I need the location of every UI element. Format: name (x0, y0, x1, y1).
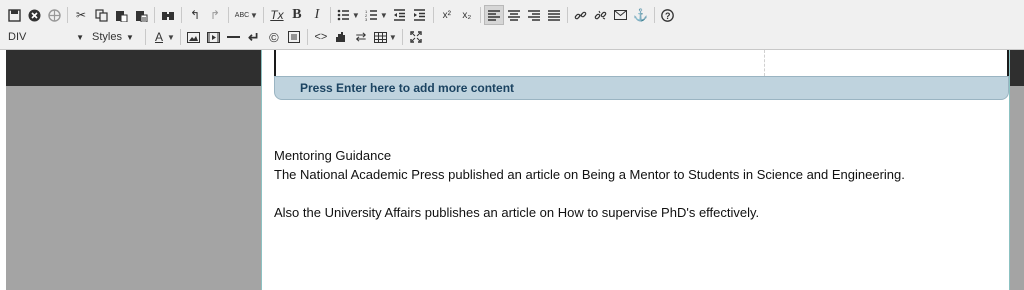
special-char-icon[interactable] (284, 27, 304, 47)
align-right-icon[interactable] (524, 5, 544, 25)
cancel-icon[interactable] (24, 5, 44, 25)
paste-icon[interactable] (111, 5, 131, 25)
chevron-down-icon[interactable]: ▼ (167, 33, 175, 42)
increase-indent-icon[interactable] (410, 5, 430, 25)
chevron-down-icon[interactable]: ▼ (380, 11, 388, 20)
maximize-icon[interactable] (406, 27, 426, 47)
copyright-icon[interactable]: © (264, 27, 284, 47)
anchor-icon[interactable]: ⚓ (631, 5, 651, 25)
separator (653, 7, 655, 23)
editor-content-area[interactable]: Press Enter here to add more content Men… (261, 50, 1010, 290)
press-enter-bar[interactable]: Press Enter here to add more content (274, 76, 1009, 100)
bulleted-list-icon[interactable] (334, 5, 354, 25)
numbered-list-icon[interactable]: 123 (362, 5, 382, 25)
redo-icon[interactable]: ↱ (205, 5, 225, 25)
separator (228, 7, 229, 23)
press-enter-label: Press Enter here to add more content (300, 81, 515, 95)
separator (181, 7, 182, 23)
undo-icon[interactable]: ↰ (185, 5, 205, 25)
line-break-icon[interactable]: ↵ (244, 27, 264, 47)
subscript-icon[interactable]: x₂ (457, 5, 477, 25)
paste-text-icon[interactable] (131, 5, 151, 25)
separator (432, 7, 434, 23)
chevron-down-icon[interactable]: ▼ (352, 11, 360, 20)
separator (179, 29, 181, 45)
copy-icon[interactable] (91, 5, 111, 25)
spellcheck-icon[interactable]: ABC (232, 5, 252, 25)
editor-toolbar: ✂ ↰ ↱ ABC ▼ Tx B I ▼ 123 ▼ x² x₂ ⚓ ? DIV… (0, 0, 1024, 50)
separator (67, 7, 68, 23)
unlink-icon[interactable] (591, 5, 611, 25)
styles-combo-value: Styles (92, 31, 122, 43)
help-icon[interactable]: ? (658, 5, 678, 25)
separator (479, 7, 481, 23)
paragraph: The National Academic Press published an… (274, 167, 905, 182)
save-icon[interactable] (4, 5, 24, 25)
separator (329, 7, 331, 23)
editor-text-content[interactable]: Mentoring Guidance The National Academic… (274, 146, 994, 222)
align-left-icon[interactable] (483, 5, 504, 25)
cut-icon[interactable]: ✂ (71, 5, 91, 25)
right-background-strip (1010, 50, 1024, 290)
separator (401, 29, 403, 45)
link-icon[interactable] (571, 5, 591, 25)
separator (154, 7, 155, 23)
dark-header-strip (6, 50, 261, 86)
left-background-panel (6, 50, 261, 290)
find-icon[interactable] (158, 5, 178, 25)
image-icon[interactable] (184, 27, 204, 47)
chevron-down-icon[interactable]: ▼ (126, 33, 134, 42)
column-divider (764, 50, 765, 76)
email-icon[interactable] (611, 5, 631, 25)
content-block[interactable] (274, 50, 1009, 76)
separator (145, 29, 146, 45)
separator (262, 7, 264, 23)
chevron-down-icon[interactable]: ▼ (389, 33, 397, 42)
align-center-icon[interactable] (504, 5, 524, 25)
format-combo[interactable]: DIV ▼ (4, 28, 88, 46)
toolbar-row-1: ✂ ↰ ↱ ABC ▼ Tx B I ▼ 123 ▼ x² x₂ ⚓ ? (4, 4, 678, 26)
separator (306, 29, 308, 45)
toolbar-row-2: DIV ▼ Styles ▼ A ▼ ↵ © <> ⇄ ▼ (4, 26, 426, 48)
bold-icon[interactable]: B (287, 5, 307, 25)
format-combo-value: DIV (8, 31, 27, 43)
chevron-down-icon[interactable]: ▼ (250, 11, 258, 20)
styles-combo[interactable]: Styles ▼ (88, 28, 142, 46)
separator (566, 7, 568, 23)
direction-icon[interactable]: ⇄ (351, 27, 371, 47)
insert-widget-icon[interactable] (331, 27, 351, 47)
paragraph-heading: Mentoring Guidance (274, 148, 392, 163)
text-color-icon[interactable]: A (149, 27, 169, 47)
svg-text:3: 3 (365, 17, 368, 21)
remove-format-icon[interactable]: Tx (267, 5, 287, 25)
italic-icon[interactable]: I (307, 5, 327, 25)
table-icon[interactable] (371, 27, 391, 47)
chevron-down-icon[interactable]: ▼ (76, 33, 84, 42)
superscript-icon[interactable]: x² (437, 5, 457, 25)
paragraph: Also the University Affairs publishes an… (274, 205, 760, 220)
svg-text:?: ? (665, 11, 671, 21)
source-icon[interactable]: <> (311, 27, 331, 47)
dark-header-strip (1010, 50, 1024, 86)
media-icon[interactable] (204, 27, 224, 47)
justify-icon[interactable] (544, 5, 564, 25)
decrease-indent-icon[interactable] (390, 5, 410, 25)
crosshair-icon[interactable] (44, 5, 64, 25)
horizontal-line-icon[interactable] (224, 27, 244, 47)
